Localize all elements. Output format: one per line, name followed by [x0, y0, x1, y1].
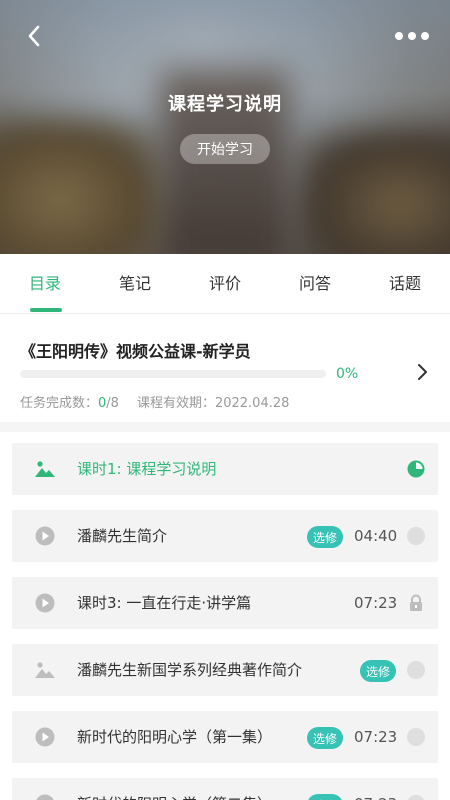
more-dots-icon	[395, 32, 429, 40]
progress-pie-icon	[407, 460, 425, 478]
lesson-title: 课时1: 课程学习说明	[77, 460, 217, 478]
lesson-title: 课时3: 一直在行走·讲学篇	[77, 594, 252, 612]
course-info[interactable]: 《王阳明传》视频公益课-新学员 0% 任务完成数：0/8 课程有效期：2022.0…	[0, 316, 450, 422]
tab-catalog[interactable]: 目录	[0, 254, 90, 314]
lesson-duration: 07:23	[354, 778, 397, 800]
lesson-duration: 07:23	[354, 594, 398, 612]
tab-reviews[interactable]: 评价	[180, 254, 270, 314]
lesson-item[interactable]: 课时1: 课程学习说明	[12, 443, 438, 495]
course-meta: 任务完成数：0/8 课程有效期：2022.04.28	[20, 392, 289, 411]
course-title: 《王阳明传》视频公益课-新学员	[20, 342, 251, 361]
tab-bar: 目录 笔记 评价 问答 话题	[0, 254, 450, 314]
elective-badge: 选修	[307, 526, 343, 548]
lesson-title: 新时代的阳明心学（第一集）	[77, 728, 273, 746]
lesson-item[interactable]: 新时代的阳明心学（第二集） 选修 07:23	[12, 778, 438, 800]
section-divider	[0, 422, 450, 432]
play-circle-icon	[35, 526, 55, 546]
lesson-item[interactable]: 新时代的阳明心学（第一集） 选修 07:23	[12, 711, 438, 763]
start-learning-button[interactable]: 开始学习	[180, 134, 270, 164]
play-circle-icon	[36, 794, 54, 800]
status-circle-icon	[407, 795, 425, 800]
chevron-left-icon	[28, 25, 40, 47]
tab-topics[interactable]: 话题	[360, 254, 450, 314]
lesson-title: 潘麟先生简介	[77, 527, 168, 545]
status-circle-icon	[407, 527, 425, 545]
lesson-item[interactable]: 潘麟先生简介 选修 04:40	[12, 510, 438, 562]
image-icon	[35, 461, 55, 477]
lesson-title: 课程学习说明	[168, 94, 282, 115]
lesson-title: 新时代的阳明心学（第二集）	[77, 778, 272, 800]
lesson-duration: 04:40	[354, 527, 398, 545]
course-validity: 课程有效期：2022.04.28	[136, 396, 290, 411]
course-progress-bar	[20, 370, 326, 378]
cover-shade	[0, 0, 450, 254]
course-progress-percent: 0%	[336, 366, 359, 382]
lesson-title: 潘麟先生新国学系列经典著作简介	[77, 661, 303, 679]
task-count-label: 任务完成数：	[20, 396, 99, 411]
active-tab-indicator	[30, 308, 62, 312]
play-circle-icon	[35, 727, 55, 747]
image-icon	[35, 662, 55, 678]
back-button[interactable]	[18, 20, 50, 52]
chevron-right-icon[interactable]	[412, 362, 432, 382]
play-circle-icon	[35, 593, 55, 613]
task-total-count: /8	[106, 396, 119, 411]
course-cover-header: 课程学习说明 开始学习	[0, 0, 450, 254]
elective-badge: 选修	[307, 727, 343, 749]
status-circle-icon	[407, 728, 425, 746]
status-circle-icon	[407, 661, 425, 679]
app-root: 课程学习说明 开始学习 目录 笔记 评价 问答 话题 《王阳明传》视频公益课-新…	[0, 0, 450, 800]
lesson-item[interactable]: 课时3: 一直在行走·讲学篇 07:23	[12, 577, 438, 629]
tab-qa[interactable]: 问答	[270, 254, 360, 314]
more-button[interactable]	[390, 22, 434, 50]
lesson-duration: 07:23	[354, 728, 398, 746]
elective-badge: 选修	[360, 660, 396, 682]
elective-badge: 选修	[307, 794, 343, 800]
lock-icon	[410, 594, 422, 611]
lesson-item[interactable]: 潘麟先生新国学系列经典著作简介 选修	[12, 644, 438, 696]
tab-notes[interactable]: 笔记	[90, 254, 180, 314]
